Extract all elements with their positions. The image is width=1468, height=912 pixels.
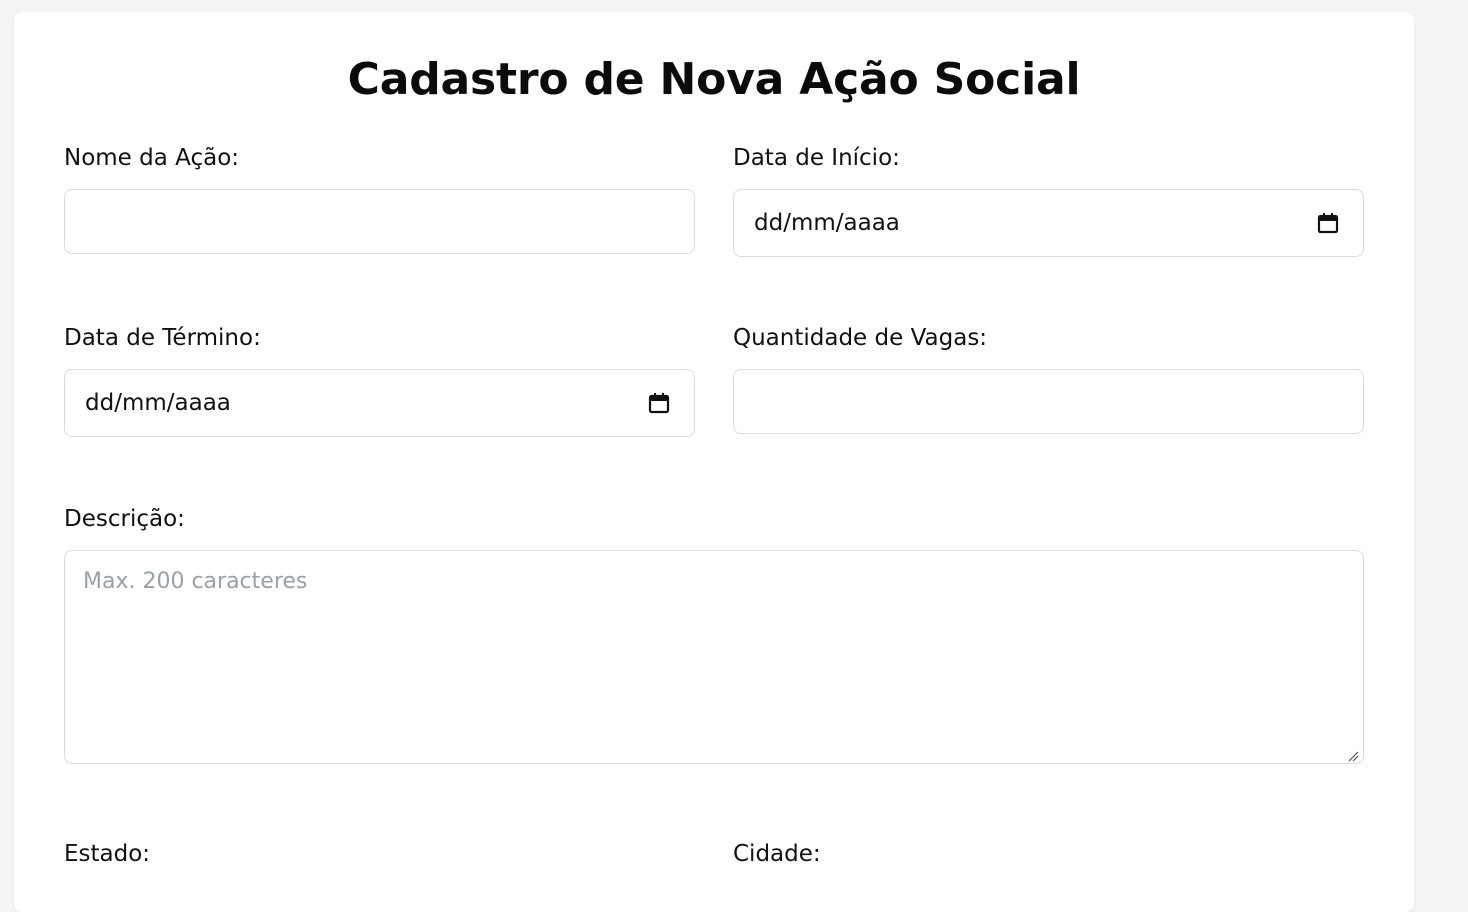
calendar-icon[interactable] (1317, 212, 1339, 234)
data-inicio-value: dd/mm/aaaa (754, 210, 900, 236)
nome-label: Nome da Ação: (64, 145, 240, 171)
page-title: Cadastro de Nova Ação Social (347, 54, 1081, 105)
vagas-label: Quantidade de Vagas: (733, 325, 988, 351)
data-inicio-input[interactable]: dd/mm/aaaa (733, 189, 1364, 257)
data-termino-label: Data de Término: (64, 325, 261, 351)
cidade-field-group: Cidade: (733, 839, 1364, 885)
data-termino-input[interactable]: dd/mm/aaaa (64, 369, 695, 437)
descricao-textarea[interactable]: Max. 200 caracteres (64, 550, 1364, 764)
descricao-placeholder: Max. 200 caracteres (83, 569, 308, 594)
data-inicio-field-group: Data de Início: dd/mm/aaaa (733, 143, 1364, 257)
vagas-field-group: Quantidade de Vagas: (733, 323, 1364, 434)
resize-handle-icon[interactable] (1347, 747, 1359, 762)
form-card: Cadastro de Nova Ação Social Nome da Açã… (14, 12, 1414, 912)
data-inicio-label: Data de Início: (733, 145, 900, 171)
nome-field-group: Nome da Ação: (64, 143, 695, 254)
estado-field-group: Estado: (64, 839, 695, 885)
cidade-label: Cidade: (733, 841, 821, 867)
calendar-icon[interactable] (648, 392, 670, 414)
estado-label: Estado: (64, 841, 151, 867)
data-termino-field-group: Data de Término: dd/mm/aaaa (64, 323, 695, 437)
vagas-input[interactable] (733, 369, 1364, 434)
data-termino-value: dd/mm/aaaa (85, 390, 231, 416)
descricao-label: Descrição: (64, 506, 185, 532)
descricao-field-group: Descrição: Max. 200 caracteres (64, 504, 1364, 764)
nome-input[interactable] (64, 189, 695, 254)
